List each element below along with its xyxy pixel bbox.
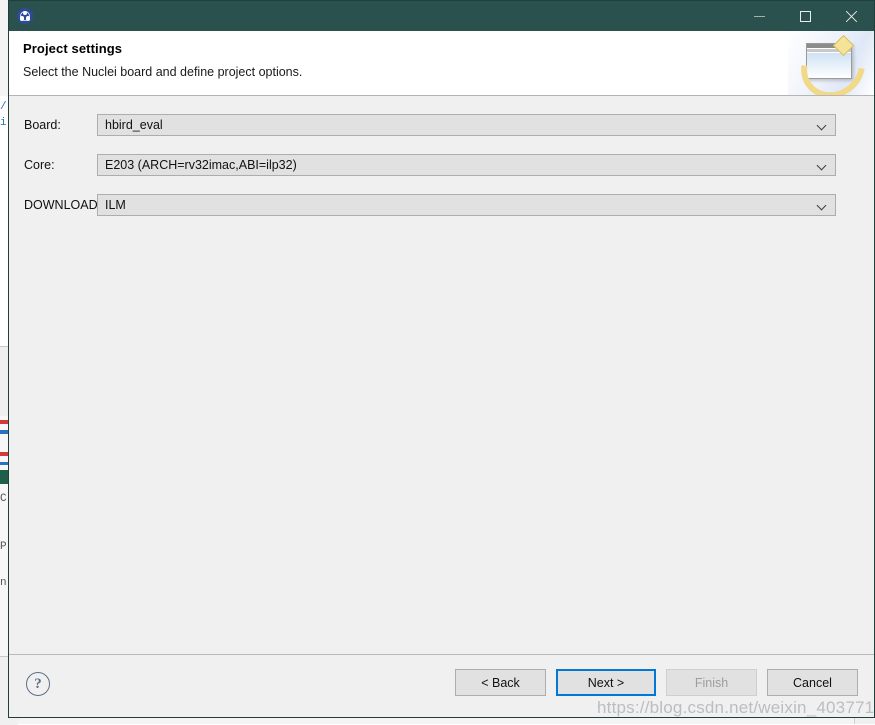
banner-swoosh-shape <box>788 31 874 95</box>
close-icon <box>845 10 858 23</box>
next-button[interactable]: Next > <box>556 669 656 696</box>
page-title: Project settings <box>23 41 123 56</box>
minimize-button[interactable] <box>736 1 782 31</box>
wizard-button-bar: < Back Next > Finish Cancel <box>455 669 858 696</box>
chevron-down-icon <box>818 161 827 170</box>
board-label: Board: <box>24 118 61 132</box>
project-settings-dialog: Project settings Select the Nuclei board… <box>8 0 875 718</box>
back-button[interactable]: < Back <box>455 669 546 696</box>
page-description: Select the Nuclei board and define proje… <box>23 65 303 79</box>
dialog-titlebar[interactable] <box>9 1 874 31</box>
chevron-down-icon <box>818 121 827 130</box>
wizard-banner-icon <box>788 31 874 95</box>
maximize-icon <box>799 10 811 22</box>
help-icon[interactable]: ? <box>26 672 50 696</box>
download-value: ILM <box>105 198 126 212</box>
wizard-header: Project settings Select the Nuclei board… <box>9 31 874 96</box>
minimize-icon <box>753 15 765 17</box>
core-label: Core: <box>24 158 55 172</box>
board-value: hbird_eval <box>105 118 163 132</box>
nuclei-studio-icon <box>17 8 33 24</box>
cancel-button[interactable]: Cancel <box>767 669 858 696</box>
window-controls <box>736 1 874 31</box>
close-button[interactable] <box>828 1 874 31</box>
chevron-down-icon <box>818 201 827 210</box>
field-row-core: Core: E203 (ARCH=rv32imac,ABI=ilp32) <box>9 154 874 176</box>
download-dropdown[interactable]: ILM <box>97 194 836 216</box>
field-row-board: Board: hbird_eval <box>9 114 874 136</box>
maximize-button[interactable] <box>782 1 828 31</box>
finish-button: Finish <box>666 669 757 696</box>
core-dropdown[interactable]: E203 (ARCH=rv32imac,ABI=ilp32) <box>97 154 836 176</box>
dialog-body: Board: hbird_eval Core: E203 (ARCH=rv32i… <box>9 96 874 654</box>
board-dropdown[interactable]: hbird_eval <box>97 114 836 136</box>
dialog-footer: ? < Back Next > Finish Cancel <box>9 654 874 717</box>
field-row-download: DOWNLOAD: ILM <box>9 194 874 216</box>
core-value: E203 (ARCH=rv32imac,ABI=ilp32) <box>105 158 297 172</box>
download-label: DOWNLOAD: <box>24 198 102 212</box>
